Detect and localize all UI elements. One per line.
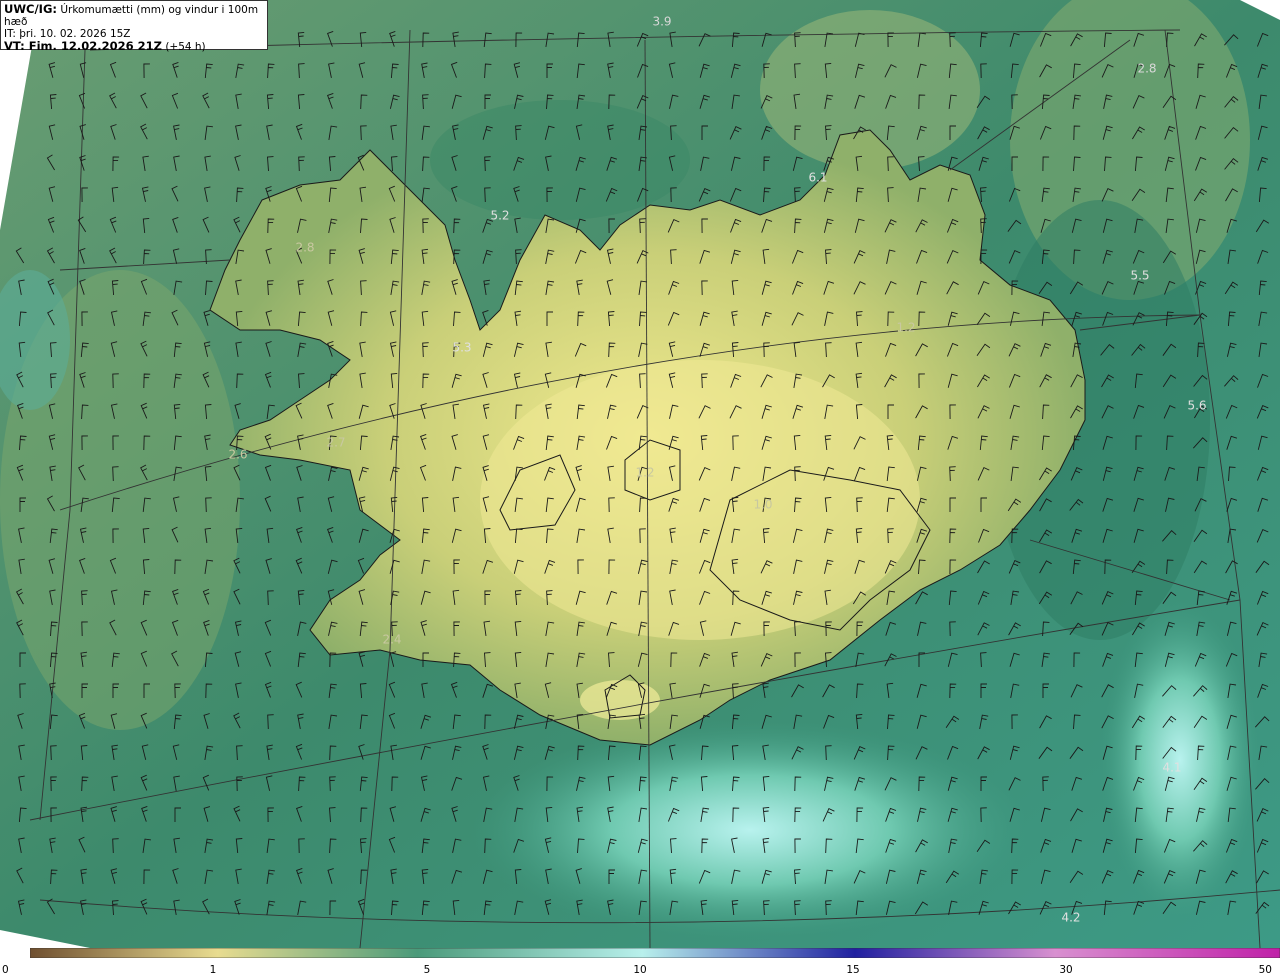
colorbar-tick: 5 [423, 964, 431, 976]
value-label: 5.3 [452, 341, 471, 355]
info-box: UWC/IG: Úrkomumætti (mm) og vindur i 100… [0, 0, 268, 53]
valid-time: VT: Fim. 12.02.2026 21Z [4, 39, 162, 53]
value-label: 6.1 [808, 171, 827, 185]
weather-map: 3.9 2.8 6.1 5.2 2.8 5.5 5.3 5.6 2.6 2.7 1.2 1.0 2.4 4… [0, 0, 1280, 948]
value-label: 5.5 [1130, 269, 1149, 283]
value-label: 2.8 [295, 241, 314, 255]
value-label: 1.2 [896, 321, 915, 335]
colorbar-tick: 50 [1258, 964, 1272, 976]
value-label: 2.6 [228, 448, 247, 462]
value-label: 2.8 [1137, 62, 1156, 76]
model-label: UWC/IG: [4, 2, 57, 16]
value-label: 5.6 [1187, 399, 1206, 413]
colorbar-tick: 1 [209, 964, 217, 976]
valid-offset: (+54 h) [165, 41, 206, 53]
value-label: 2.4 [382, 633, 401, 647]
colorbar-tick: 30 [1059, 964, 1073, 976]
value-label: 3.9 [652, 15, 671, 29]
colorbar-tick: 15 [846, 964, 860, 976]
value-label: 5.2 [490, 209, 509, 223]
colorbar-tick: 0 [2, 964, 9, 976]
colorbar [30, 948, 1280, 958]
value-label: 4.2 [1061, 911, 1080, 925]
colorbar-tick: 10 [633, 964, 647, 976]
value-label: 1.2 [635, 466, 654, 480]
value-label: 1.0 [753, 498, 772, 512]
value-label: 4.1 [1162, 761, 1181, 775]
value-label: 2.7 [326, 436, 345, 450]
